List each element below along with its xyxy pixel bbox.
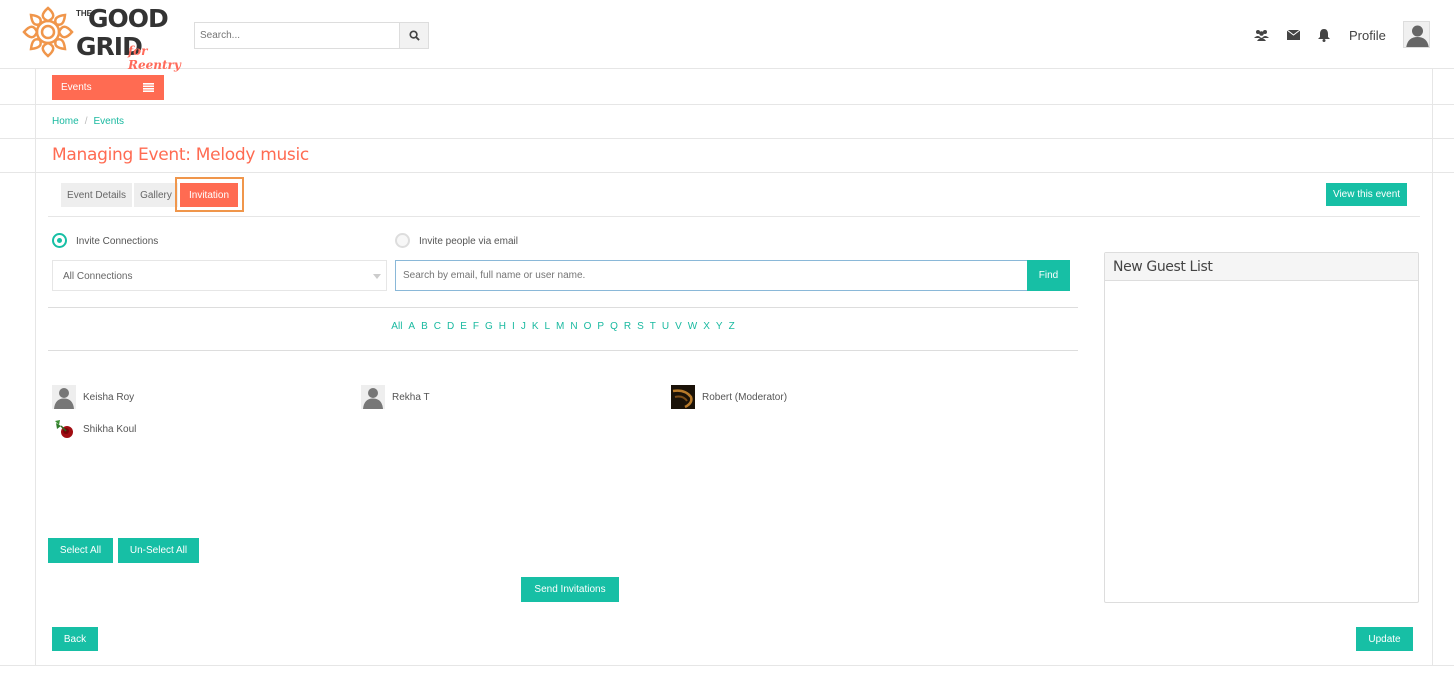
alpha-filter-j[interactable]: J	[521, 321, 526, 332]
tab-invitation[interactable]: Invitation	[180, 183, 238, 207]
default-user-icon	[363, 388, 383, 409]
users-icon[interactable]	[1253, 27, 1269, 43]
alphabet-filter: All A B C D E F G H I J K L M N O P Q R S T U V W X Y Z	[48, 321, 1078, 332]
breadcrumb-home[interactable]: Home	[52, 116, 79, 127]
connections-filter-select[interactable]: All Connections	[52, 260, 387, 291]
radio-invite-connections[interactable]	[52, 233, 67, 248]
radio-invite-email-label: Invite people via email	[419, 236, 518, 247]
alpha-filter-d[interactable]: D	[447, 321, 454, 332]
alpha-filter-n[interactable]: N	[570, 321, 577, 332]
alpha-filter-z[interactable]: Z	[729, 321, 735, 332]
divider	[48, 350, 1078, 351]
logo-good-text: GOOD	[88, 4, 169, 33]
alpha-filter-o[interactable]: O	[584, 321, 592, 332]
alpha-filter-u[interactable]: U	[662, 321, 669, 332]
avatar	[52, 385, 76, 409]
connection-item[interactable]: Keisha Roy	[52, 385, 202, 409]
select-all-button[interactable]: Select All	[48, 538, 113, 563]
chevron-down-icon	[373, 274, 381, 279]
sun-logo-icon	[22, 6, 74, 58]
photo-dark-icon	[671, 385, 695, 409]
breadcrumb: Home / Events	[52, 116, 124, 127]
connection-name: Rekha T	[392, 392, 430, 403]
frame-bottom-border	[0, 665, 1454, 666]
alpha-filter-r[interactable]: R	[624, 321, 631, 332]
alpha-filter-t[interactable]: T	[650, 321, 656, 332]
radio-invite-email[interactable]	[395, 233, 410, 248]
envelope-icon[interactable]	[1285, 27, 1301, 43]
view-event-button[interactable]: View this event	[1326, 183, 1407, 206]
tab-event-details[interactable]: Event Details	[61, 183, 132, 207]
connection-item[interactable]: Shikha Koul	[52, 417, 202, 441]
tab-gallery[interactable]: Gallery	[134, 183, 178, 207]
frame-left-border	[35, 69, 36, 666]
search-button[interactable]	[399, 23, 428, 48]
alpha-filter-v[interactable]: V	[675, 321, 682, 332]
events-menu-label: Events	[61, 82, 92, 93]
connection-search-input[interactable]	[395, 260, 1028, 291]
alpha-filter-q[interactable]: Q	[610, 321, 618, 332]
avatar[interactable]	[1403, 21, 1430, 48]
alpha-filter-p[interactable]: P	[597, 321, 604, 332]
logo-tagline: for Reentry	[128, 44, 181, 72]
connection-name: Robert (Moderator)	[702, 392, 788, 403]
unselect-all-button[interactable]: Un-Select All	[118, 538, 199, 563]
alpha-filter-h[interactable]: H	[499, 321, 506, 332]
connection-item[interactable]: Robert (Moderator)	[671, 385, 841, 409]
connection-name: Shikha Koul	[83, 424, 137, 435]
divider	[0, 138, 1454, 139]
alpha-filter-b[interactable]: B	[421, 321, 428, 332]
divider	[0, 104, 1454, 105]
send-invitations-button[interactable]: Send Invitations	[521, 577, 619, 602]
search-icon	[408, 30, 420, 41]
avatar	[361, 385, 385, 409]
back-button[interactable]: Back	[52, 627, 98, 651]
rose-photo-icon	[55, 420, 73, 438]
divider	[0, 172, 1454, 173]
connection-item[interactable]: Rekha T	[361, 385, 511, 409]
alpha-filter-y[interactable]: Y	[716, 321, 723, 332]
connections-filter-value: All Connections	[63, 271, 133, 282]
logo-the-text: THE	[76, 9, 92, 18]
alpha-filter-w[interactable]: W	[688, 321, 697, 332]
alpha-filter-s[interactable]: S	[637, 321, 644, 332]
divider	[48, 307, 1078, 308]
alpha-filter-f[interactable]: F	[473, 321, 479, 332]
top-header: THE GOOD GRID for Reentry Search... Prof…	[0, 0, 1454, 72]
connection-name: Keisha Roy	[83, 392, 135, 403]
divider	[48, 216, 1420, 217]
alpha-filter-k[interactable]: K	[532, 321, 539, 332]
alpha-filter-e[interactable]: E	[460, 321, 467, 332]
frame-right-border	[1432, 69, 1433, 666]
alpha-filter-g[interactable]: G	[485, 321, 493, 332]
breadcrumb-events[interactable]: Events	[93, 116, 124, 127]
alpha-filter-m[interactable]: M	[556, 321, 564, 332]
logo[interactable]: THE GOOD GRID for Reentry	[20, 4, 190, 72]
alpha-filter-i[interactable]: I	[512, 321, 515, 332]
hamburger-menu-icon	[143, 83, 154, 92]
alpha-filter-a[interactable]: A	[408, 321, 415, 332]
profile-link[interactable]: Profile	[1349, 28, 1386, 43]
find-button[interactable]: Find	[1027, 260, 1070, 291]
user-avatar-icon	[1406, 25, 1429, 47]
alpha-filter-all[interactable]: All	[391, 321, 402, 332]
guest-list-panel: New Guest List	[1104, 252, 1419, 603]
radio-invite-connections-label: Invite Connections	[76, 236, 159, 247]
guest-list-title: New Guest List	[1105, 253, 1418, 281]
update-button[interactable]: Update	[1356, 627, 1413, 651]
avatar	[52, 417, 76, 441]
alpha-filter-c[interactable]: C	[434, 321, 441, 332]
avatar	[671, 385, 695, 409]
search-input[interactable]	[195, 23, 400, 48]
alpha-filter-x[interactable]: X	[703, 321, 710, 332]
breadcrumb-separator: /	[84, 116, 88, 127]
page-title: Managing Event: Melody music	[52, 145, 309, 165]
events-menu-button[interactable]: Events	[52, 75, 164, 100]
bell-icon[interactable]	[1316, 27, 1332, 43]
default-user-icon	[54, 388, 74, 409]
alpha-filter-l[interactable]: L	[544, 321, 550, 332]
global-search	[194, 22, 429, 49]
